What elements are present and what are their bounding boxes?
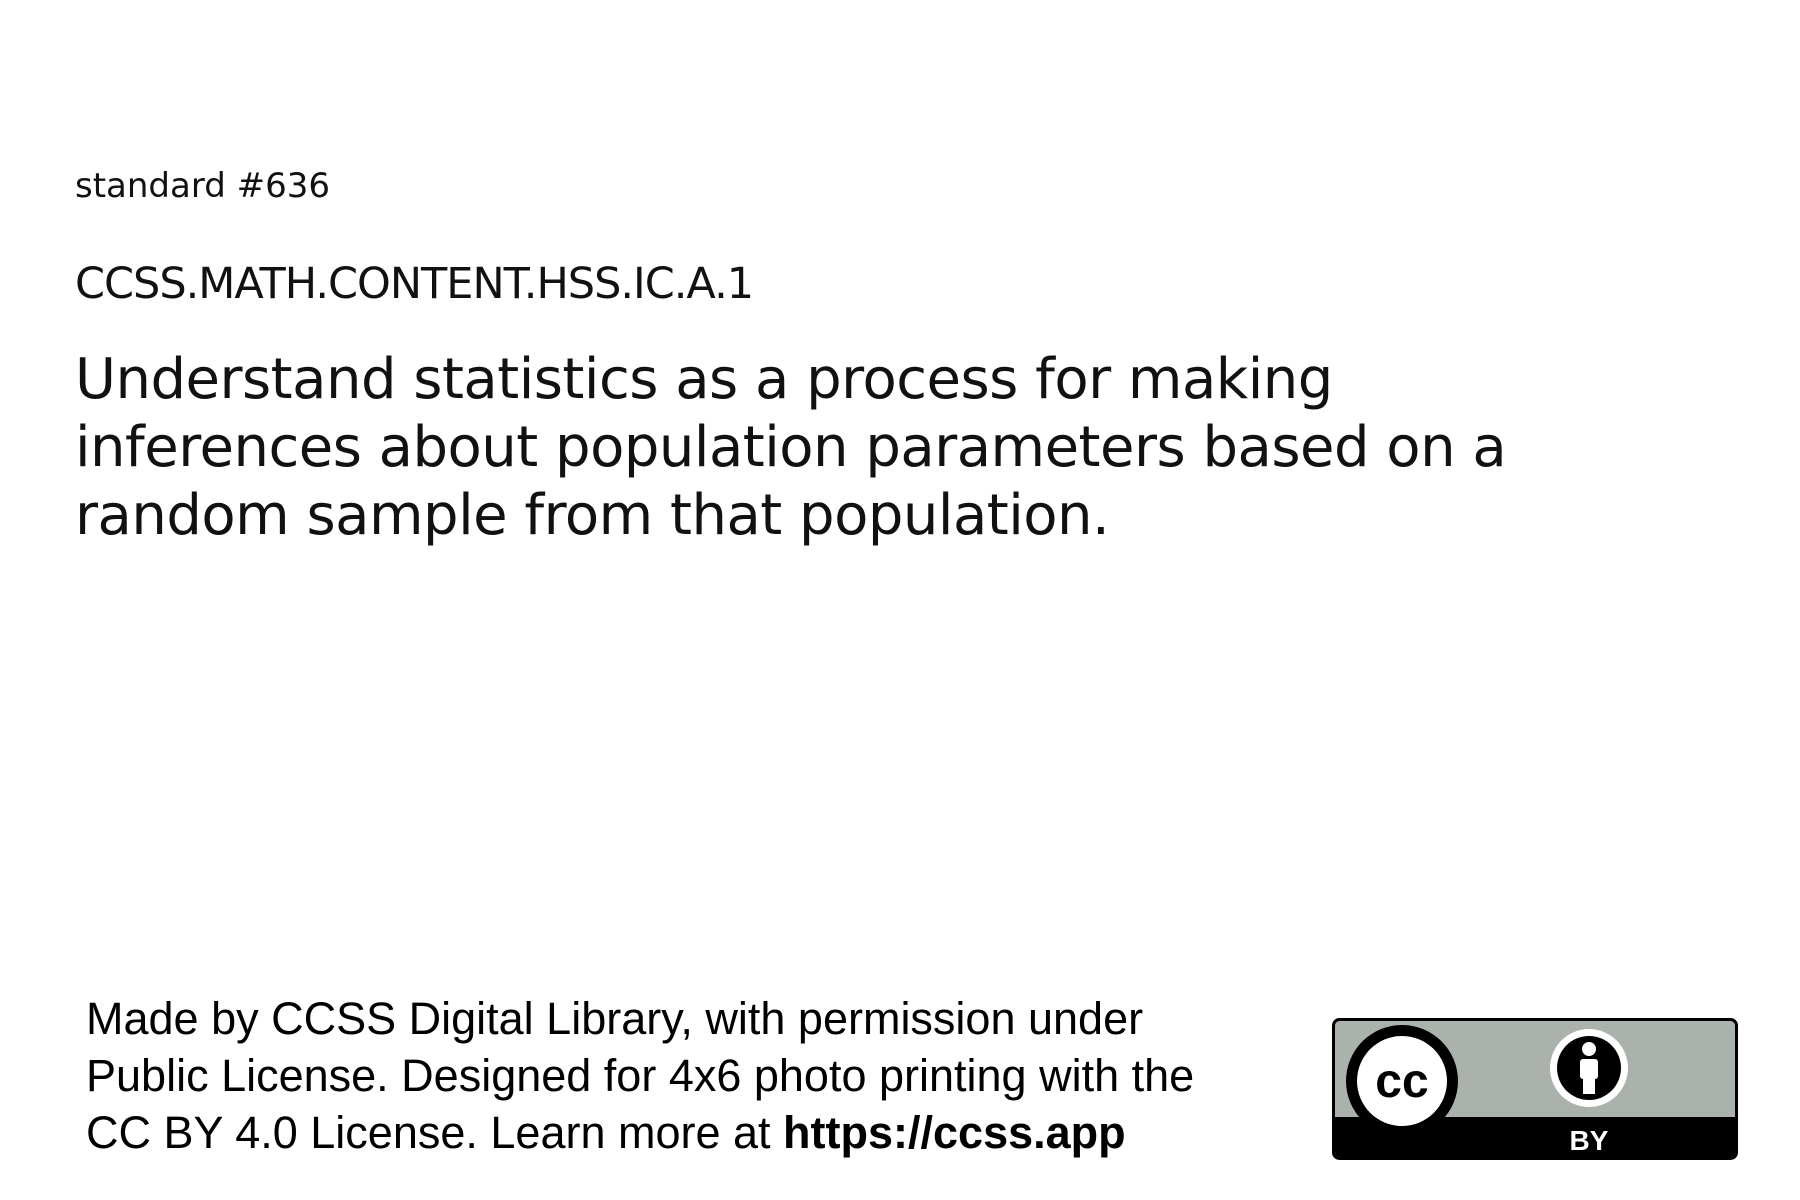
attribution-line: Public License. Designed for 4x6 photo p… bbox=[86, 1050, 1195, 1101]
description-line: random sample from that population. bbox=[75, 483, 1110, 548]
standard-number: standard #636 bbox=[75, 166, 330, 206]
attribution-text: Made by CCSS Digital Library, with permi… bbox=[86, 990, 1194, 1161]
description-line: inferences about population parameters b… bbox=[75, 415, 1507, 480]
attribution-line: CC BY 4.0 License. Learn more at https:/… bbox=[86, 1104, 1194, 1161]
cc-mark: cc bbox=[1375, 1055, 1428, 1108]
website-link[interactable]: https://ccss.app bbox=[783, 1107, 1126, 1158]
standard-description: Understand statistics as a process for m… bbox=[75, 346, 1635, 550]
attribution-line: Made by CCSS Digital Library, with permi… bbox=[86, 993, 1144, 1044]
standard-code: CCSS.MATH.CONTENT.HSS.IC.A.1 bbox=[75, 259, 754, 309]
person-icon-head bbox=[1582, 1042, 1596, 1056]
description-line: Understand statistics as a process for m… bbox=[75, 347, 1333, 412]
person-icon-legs bbox=[1583, 1076, 1595, 1094]
attribution-line-prefix: CC BY 4.0 License. Learn more at bbox=[86, 1107, 784, 1158]
by-label: BY bbox=[1570, 1125, 1609, 1156]
cc-by-license-icon: cc BY bbox=[1332, 1018, 1738, 1160]
